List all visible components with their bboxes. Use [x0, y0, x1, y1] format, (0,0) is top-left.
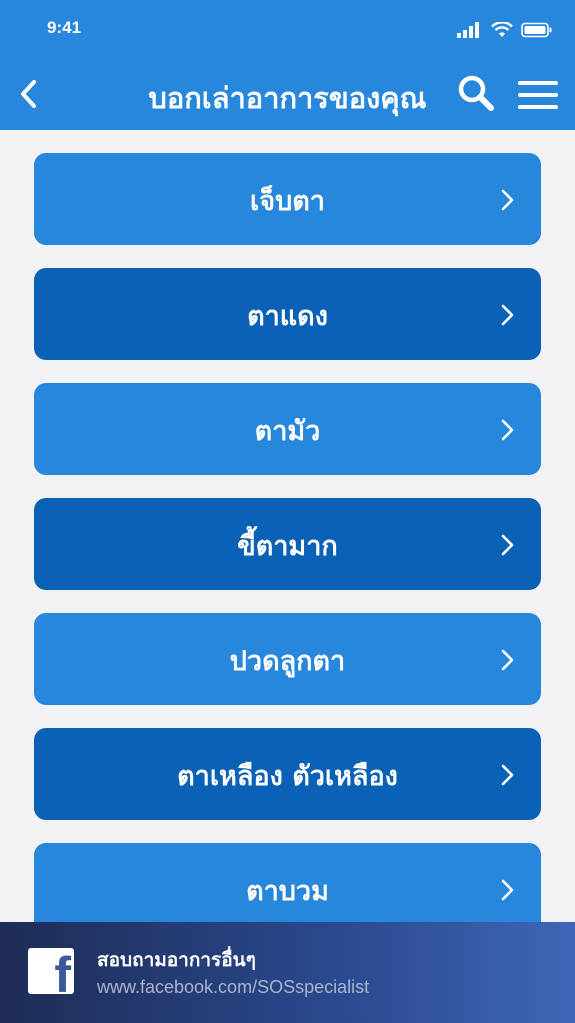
symptom-list: เจ็บตา ตาแดง ตามัว ขี้ตามาก ปวดลูกตา ตาเ… [34, 153, 541, 958]
chevron-right-icon [501, 764, 514, 786]
symptom-item-eyeball-pain[interactable]: ปวดลูกตา [34, 613, 541, 705]
symptom-label: เจ็บตา [250, 185, 325, 217]
footer-url[interactable]: www.facebook.com/SOSspecialist [97, 977, 369, 998]
footer-title: สอบถามอาการอื่นๆ [97, 949, 256, 971]
status-icons [457, 22, 553, 38]
symptom-item-eye-discharge[interactable]: ขี้ตามาก [34, 498, 541, 590]
symptom-label: ขี้ตามาก [237, 530, 338, 562]
chevron-right-icon [501, 419, 514, 441]
hamburger-menu-icon [518, 81, 558, 109]
symptom-label: ปวดลูกตา [229, 645, 346, 677]
chevron-right-icon [501, 189, 514, 211]
status-time: 9:41 [47, 18, 82, 37]
wifi-icon [491, 22, 513, 37]
symptom-item-red-eye[interactable]: ตาแดง [34, 268, 541, 360]
chevron-right-icon [501, 304, 514, 326]
search-icon [458, 75, 494, 111]
symptom-label: ตาแดง [247, 300, 328, 332]
battery-icon [521, 22, 552, 38]
facebook-banner[interactable] [0, 922, 575, 1023]
symptom-item-blurry-vision[interactable]: ตามัว [34, 383, 541, 475]
search-button[interactable] [456, 74, 496, 114]
facebook-logo-letter: f [54, 948, 71, 994]
symptom-item-eye-pain[interactable]: เจ็บตา [34, 153, 541, 245]
page-title: บอกเล่าอาการของคุณ [148, 81, 427, 115]
chevron-right-icon [501, 534, 514, 556]
chevron-right-icon [501, 649, 514, 671]
menu-button[interactable] [516, 78, 560, 112]
symptom-label: ตาเหลือง ตัวเหลือง [177, 760, 398, 792]
signal-icon [457, 22, 479, 38]
symptom-label: ตาบวม [246, 875, 329, 907]
facebook-icon: f [28, 948, 74, 994]
symptom-item-jaundice[interactable]: ตาเหลือง ตัวเหลือง [34, 728, 541, 820]
symptom-label: ตามัว [254, 415, 321, 447]
chevron-right-icon [501, 879, 514, 901]
